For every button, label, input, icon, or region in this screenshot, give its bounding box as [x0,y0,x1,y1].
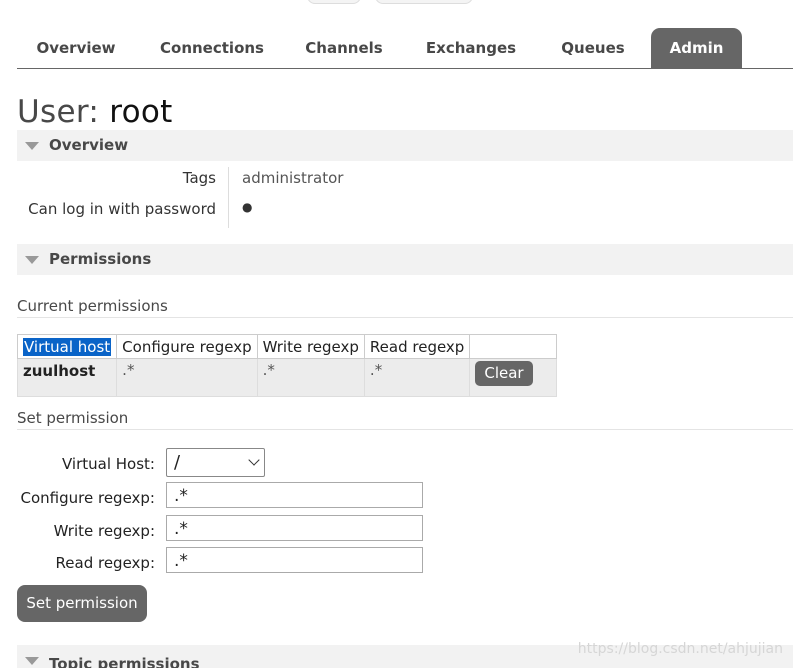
chevron-down-icon [248,454,260,466]
fact-value-can-login-bullet-icon: ● [242,200,253,214]
top-stub-button[interactable] [307,0,361,4]
main-nav: Overview Connections Channels Exchanges … [17,28,793,69]
col-write-regexp: Write regexp [256,334,365,359]
col-read-regexp: Read regexp [363,334,471,359]
section-overview-label: Overview [49,136,129,154]
write-label: Write regexp: [53,522,155,540]
set-permission-button[interactable]: Set permission [17,585,147,622]
current-permissions-title: Current permissions [17,297,793,318]
collapse-triangle-icon [25,657,39,665]
fact-label-can-login: Can log in with password [28,200,216,218]
tab-channels[interactable]: Channels [293,28,395,68]
write-regexp-input[interactable]: .* [166,515,423,541]
configure-regexp-input[interactable]: .* [166,482,423,508]
clear-button[interactable]: Clear [475,361,533,386]
col-actions [469,334,558,359]
vhost-label: Virtual Host: [62,455,155,473]
table-row: zuulhost .* .* .* Clear [16,358,558,397]
cell-vhost: zuulhost [16,358,118,397]
page-title: User: root [17,94,173,130]
watermark: https://blog.csdn.net/ahjujian [577,641,783,657]
read-label: Read regexp: [55,554,155,572]
section-permissions-label: Permissions [49,250,152,268]
tab-queues[interactable]: Queues [551,28,635,68]
fact-label-tags: Tags [182,169,216,187]
section-permissions-header[interactable]: Permissions [17,244,793,275]
permissions-table: Virtual host Configure regexp Write rege… [16,334,558,397]
cell-write: .* [256,358,365,397]
col-virtual-host: Virtual host [16,334,118,359]
page-title-username: root [109,94,173,130]
collapse-triangle-icon [25,142,39,150]
cell-action: Clear [469,358,558,397]
configure-label: Configure regexp: [20,489,155,507]
fact-value-tags: administrator [242,169,344,187]
table-header-row: Virtual host Configure regexp Write rege… [16,334,558,359]
fact-divider [228,167,229,228]
vhost-select-value: / [174,452,181,473]
col-configure-regexp: Configure regexp [116,334,258,359]
read-regexp-input[interactable]: .* [166,547,423,573]
set-permission-title: Set permission [17,409,793,430]
tab-exchanges[interactable]: Exchanges [417,28,525,68]
top-stub-button[interactable] [375,0,473,4]
vhost-select[interactable]: / [166,448,265,477]
tab-connections[interactable]: Connections [150,28,274,68]
page-title-prefix: User: [17,94,100,130]
cell-read: .* [363,358,471,397]
cell-configure: .* [116,358,258,397]
tab-admin[interactable]: Admin [651,28,742,68]
tab-overview[interactable]: Overview [17,28,135,68]
section-topic-permissions-label: Topic permissions [49,655,200,668]
collapse-triangle-icon [25,256,39,264]
section-overview-header[interactable]: Overview [17,130,793,161]
